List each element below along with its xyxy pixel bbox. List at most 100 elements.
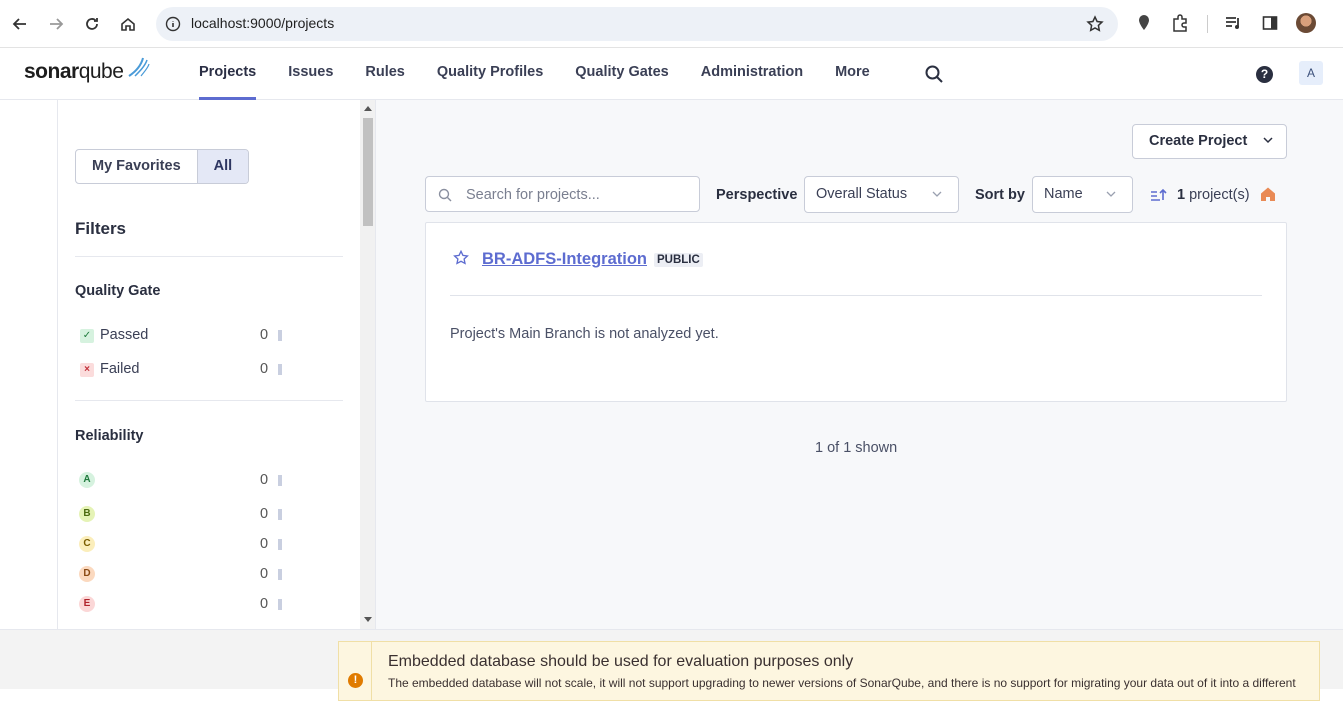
- location-icon[interactable]: [1134, 13, 1154, 33]
- filter-reliability-e[interactable]: E0: [79, 595, 286, 615]
- my-favorites-button[interactable]: My Favorites: [76, 150, 197, 183]
- sidebar-gutter: [0, 100, 58, 629]
- grade-badge: E: [79, 596, 95, 612]
- bookmark-star-icon[interactable]: [1086, 15, 1104, 33]
- sort-by-label: Sort by: [975, 187, 1025, 203]
- help-icon[interactable]: ?: [1256, 66, 1273, 83]
- sidebar-scrollbar[interactable]: [360, 100, 376, 629]
- media-icon[interactable]: [1224, 13, 1244, 33]
- nav-quality-gates[interactable]: Quality Gates: [575, 48, 668, 100]
- logo-text-light: qube: [78, 60, 124, 83]
- page-footer: ! Embedded database should be used for e…: [0, 629, 1343, 701]
- search-icon[interactable]: [924, 64, 944, 84]
- project-search-input[interactable]: Search for projects...: [425, 176, 700, 212]
- warning-text: The embedded database will not scale, it…: [388, 676, 1296, 690]
- create-project-label: Create Project: [1149, 133, 1248, 149]
- scroll-thumb[interactable]: [363, 118, 373, 226]
- sidebar-content: My Favorites All Filters Quality Gate ✓ …: [58, 100, 360, 629]
- scroll-down-arrow-icon[interactable]: [364, 617, 372, 622]
- app-header: sonarqube Projects Issues Rules Quality …: [0, 48, 1343, 100]
- grade-badge: D: [79, 566, 95, 582]
- warning-icon: !: [348, 673, 363, 688]
- filter-bar: [278, 475, 282, 486]
- divider: [450, 295, 1262, 296]
- warning-title: Embedded database should be used for eva…: [388, 653, 854, 670]
- filter-label: Failed: [100, 361, 140, 377]
- filter-label: Passed: [100, 327, 149, 343]
- filter-count: 0: [260, 536, 269, 552]
- url-text[interactable]: localhost:9000/projects: [191, 15, 334, 31]
- reload-icon[interactable]: [80, 12, 104, 36]
- filter-bar: [278, 509, 282, 520]
- sonarqube-logo[interactable]: sonarqube: [24, 57, 150, 84]
- nav-more[interactable]: More: [835, 48, 870, 100]
- back-icon[interactable]: [8, 12, 32, 36]
- favorite-star-icon[interactable]: [453, 250, 469, 266]
- reliability-heading: Reliability: [75, 428, 144, 444]
- filter-passed[interactable]: ✓ Passed 0: [80, 326, 286, 346]
- filter-count: 0: [260, 361, 269, 377]
- cross-icon: ×: [80, 363, 94, 377]
- warning-strip: !: [339, 642, 372, 700]
- not-analyzed-message: Project's Main Branch is not analyzed ye…: [450, 326, 719, 342]
- nav-quality-profiles[interactable]: Quality Profiles: [437, 48, 543, 100]
- home-icon[interactable]: [1260, 186, 1276, 202]
- site-info-icon[interactable]: [165, 16, 181, 32]
- main-nav: Projects Issues Rules Quality Profiles Q…: [199, 48, 870, 100]
- project-count-suffix: project(s): [1185, 187, 1250, 203]
- project-name-link[interactable]: BR-ADFS-Integration: [482, 250, 647, 269]
- filter-count: 0: [260, 596, 269, 612]
- grade-badge: A: [79, 472, 95, 488]
- nav-issues[interactable]: Issues: [288, 48, 333, 100]
- embedded-db-warning: ! Embedded database should be used for e…: [338, 641, 1320, 701]
- project-count-number: 1: [1177, 187, 1186, 203]
- filters-sidebar: My Favorites All Filters Quality Gate ✓ …: [0, 100, 376, 629]
- toolbar-separator: [1207, 15, 1208, 33]
- all-button[interactable]: All: [196, 150, 249, 183]
- sort-direction-icon[interactable]: [1150, 188, 1168, 202]
- search-icon: [438, 188, 452, 202]
- shown-count: 1 of 1 shown: [815, 440, 898, 456]
- grade-badge: B: [79, 506, 95, 522]
- chevron-down-icon: [1106, 191, 1116, 197]
- home-browser-icon[interactable]: [116, 12, 140, 36]
- filter-count: 0: [260, 327, 269, 343]
- filter-reliability-d[interactable]: D0: [79, 565, 286, 585]
- logo-text-bold: sonar: [24, 60, 79, 83]
- divider: [75, 400, 343, 401]
- favorites-toggle: My Favorites All: [75, 149, 250, 184]
- project-card: BR-ADFS-Integration PUBLIC Project's Mai…: [425, 222, 1287, 402]
- filter-reliability-a[interactable]: A0: [79, 471, 286, 491]
- perspective-select[interactable]: Overall Status: [804, 176, 959, 213]
- nav-rules[interactable]: Rules: [365, 48, 405, 100]
- filter-failed[interactable]: × Failed 0: [80, 360, 286, 380]
- visibility-badge: PUBLIC: [654, 253, 703, 267]
- perspective-label: Perspective: [716, 187, 798, 203]
- nav-administration[interactable]: Administration: [701, 48, 803, 100]
- filter-count: 0: [260, 566, 269, 582]
- create-project-button[interactable]: Create Project: [1132, 124, 1287, 159]
- filter-reliability-b[interactable]: B0: [79, 505, 286, 525]
- divider: [75, 256, 343, 257]
- chevron-down-icon: [932, 191, 942, 197]
- address-bar[interactable]: localhost:9000/projects: [156, 7, 1118, 41]
- filter-reliability-c[interactable]: C0: [79, 535, 286, 555]
- sort-select[interactable]: Name: [1032, 176, 1133, 213]
- forward-icon[interactable]: [44, 12, 68, 36]
- filter-count: 0: [260, 472, 269, 488]
- user-avatar[interactable]: A: [1299, 61, 1323, 85]
- quality-gate-heading: Quality Gate: [75, 283, 161, 299]
- perspective-value: Overall Status: [816, 186, 908, 202]
- filter-bar: [278, 539, 282, 550]
- side-panel-icon[interactable]: [1260, 13, 1280, 33]
- filter-bar: [278, 364, 282, 375]
- project-count: 1 project(s): [1177, 187, 1250, 203]
- chevron-down-icon: [1263, 137, 1273, 144]
- scroll-up-arrow-icon[interactable]: [364, 106, 372, 111]
- nav-projects[interactable]: Projects: [199, 48, 257, 100]
- search-placeholder: Search for projects...: [466, 187, 600, 203]
- filters-heading: Filters: [75, 219, 127, 238]
- extensions-icon[interactable]: [1170, 13, 1190, 33]
- profile-avatar-icon[interactable]: [1296, 13, 1316, 33]
- logo-waves-icon: [128, 57, 150, 77]
